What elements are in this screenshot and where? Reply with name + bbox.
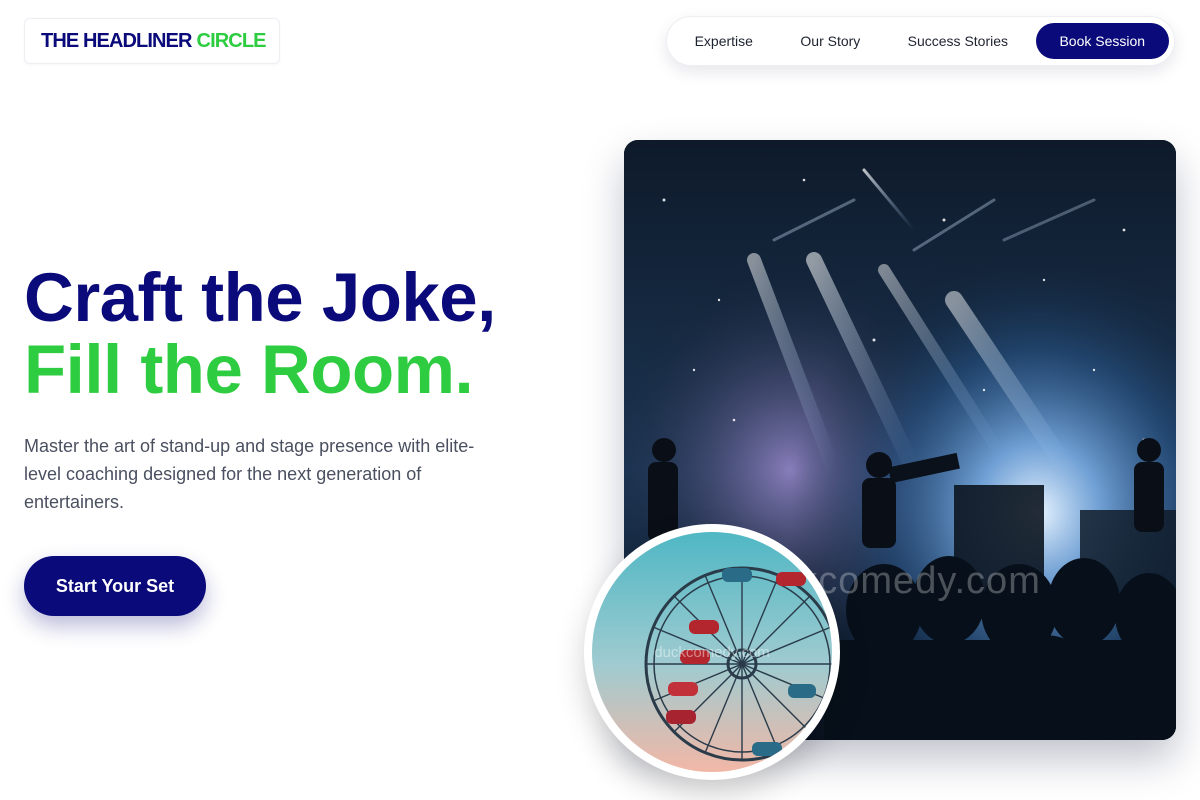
hero-headline: Craft the Joke, Fill the Room.	[24, 262, 496, 406]
brand-name-part2: CIRCLE	[196, 29, 267, 52]
nav-link-expertise[interactable]: Expertise	[669, 23, 779, 59]
headline-line-2: Fill the Room.	[24, 331, 474, 408]
nav-link-success-stories[interactable]: Success Stories	[882, 23, 1033, 59]
nav-link-our-story[interactable]: Our Story	[779, 23, 883, 59]
watermark-small: duckcomedy.com	[654, 644, 770, 661]
brand-logo[interactable]: THE HEADLINER CIRCLE	[24, 18, 280, 64]
start-your-set-button[interactable]: Start Your Set	[24, 556, 206, 616]
hero-subtitle: Master the art of stand-up and stage pre…	[24, 436, 475, 512]
headline-line-1: Craft the Joke,	[24, 259, 496, 336]
ferris-wheel-image-inner: duckcomedy.com	[592, 532, 832, 772]
ferris-wheel-image: duckcomedy.com	[584, 524, 840, 780]
brand-name-part1: THE HEADLINER	[41, 29, 192, 52]
book-session-button[interactable]: Book Session	[1035, 23, 1169, 59]
main-nav: Expertise Our Story Success Stories Book…	[666, 16, 1175, 66]
